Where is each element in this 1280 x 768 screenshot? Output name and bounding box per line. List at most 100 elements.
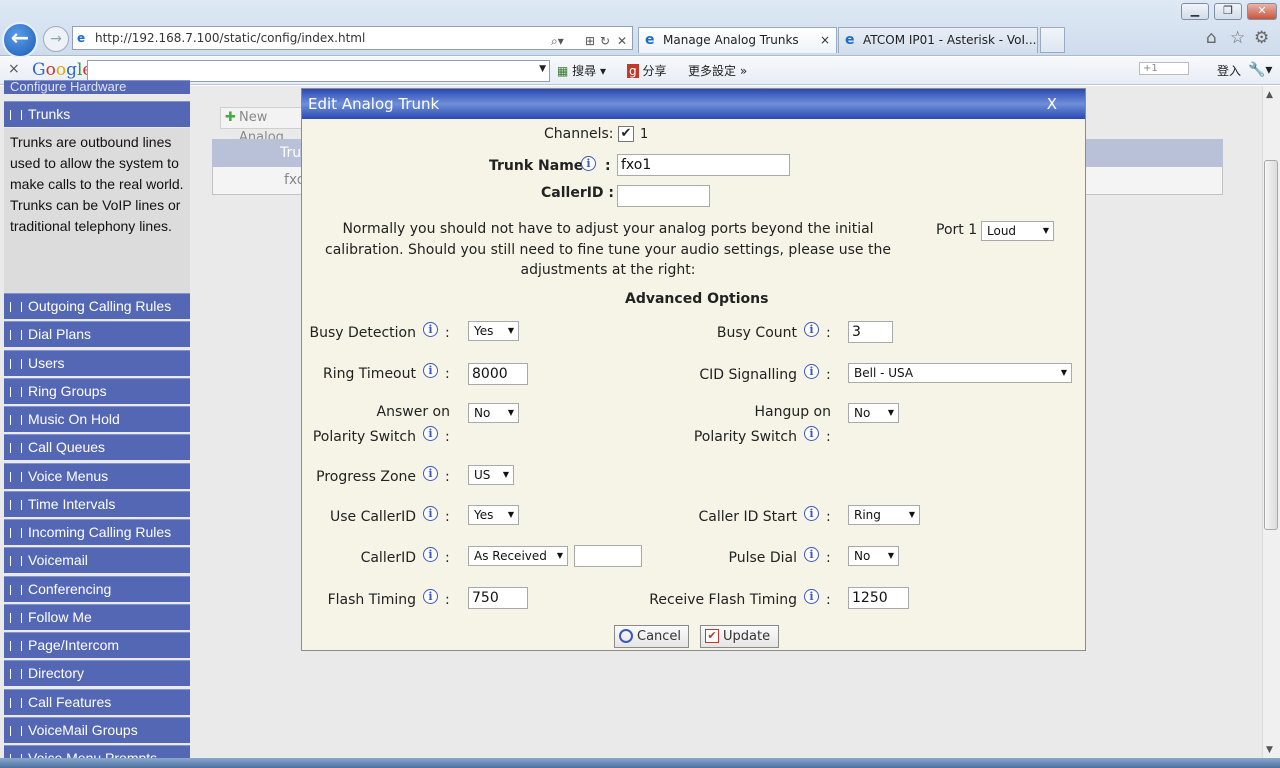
stop-icon[interactable]: ✕ (617, 30, 627, 52)
sidebar-item-incoming-calling-rules[interactable]: Incoming Calling Rules (4, 519, 190, 545)
new-analog-trunk-button[interactable]: ✚New Analog Trunk (220, 107, 310, 165)
select-value: Yes (474, 324, 494, 338)
home-icon[interactable]: ⌂ (1206, 28, 1217, 48)
bracket-icon (10, 110, 22, 121)
google-search-input[interactable]: ▼ (87, 60, 550, 82)
port-1-select[interactable]: Loud ▼ (981, 221, 1054, 241)
info-icon[interactable]: i (423, 426, 438, 441)
bracket-icon (10, 528, 22, 539)
back-arrow-icon: ← (10, 26, 30, 51)
sidebar-item-label: VoiceMail Groups (28, 722, 138, 738)
trunk-name-input[interactable]: fxo1 (617, 154, 790, 176)
sidebar-item-page-intercom[interactable]: Page/Intercom (4, 632, 190, 658)
sidebar-item-configure-hardware[interactable]: Configure Hardware (4, 80, 190, 94)
scroll-up-icon[interactable]: ▲ (1266, 90, 1273, 100)
info-icon[interactable]: i (804, 364, 819, 379)
scrollbar-thumb[interactable] (1264, 160, 1278, 530)
sidebar-item-dial-plans[interactable]: Dial Plans (4, 321, 190, 347)
callerid-mode-select[interactable]: As Received ▼ (468, 546, 568, 566)
google-search-icon: ▦ (557, 64, 569, 78)
info-icon[interactable]: i (804, 322, 819, 337)
dialog-close-button[interactable]: X (1047, 89, 1057, 119)
info-icon[interactable]: i (423, 506, 438, 521)
refresh-icon[interactable]: ↻ (600, 30, 610, 52)
sidebar-item-ring-groups[interactable]: Ring Groups (4, 378, 190, 404)
colon: : (445, 429, 450, 445)
sidebar-item-label: Voice Menu Prompts (28, 750, 158, 758)
forward-button[interactable]: → (43, 26, 69, 52)
callerid-input[interactable] (617, 185, 710, 207)
google-search-button[interactable]: ▦ 搜尋 ▾ (557, 62, 606, 79)
compat-view-icon[interactable]: ⊞ (585, 30, 595, 52)
sidebar-item-trunks[interactable]: Trunks (4, 101, 190, 127)
favorites-star-icon[interactable]: ☆ (1230, 28, 1245, 48)
info-icon[interactable]: i (423, 589, 438, 604)
more-settings-button[interactable]: 更多設定 » (688, 62, 747, 79)
restore-button[interactable]: ❐ (1214, 3, 1242, 20)
info-icon[interactable]: i (423, 322, 438, 337)
tab-atcom[interactable]: e ATCOM IP01 - Asterisk - VoI... (838, 27, 1038, 53)
info-icon[interactable]: i (423, 466, 438, 481)
info-icon[interactable]: i (581, 156, 596, 171)
ring-timeout-input[interactable]: 8000 (468, 363, 528, 385)
progress-zone-select[interactable]: US ▼ (468, 465, 514, 485)
busy-detection-label: Busy Detection (309, 325, 416, 341)
info-icon[interactable]: i (804, 547, 819, 562)
channel-1-checkbox[interactable]: ✔ (618, 126, 634, 142)
info-icon[interactable]: i (804, 426, 819, 441)
busy-count-input[interactable]: 3 (848, 321, 893, 343)
busy-detection-select[interactable]: Yes ▼ (468, 321, 519, 341)
flash-timing-input[interactable]: 750 (468, 587, 528, 609)
window-close-button[interactable]: ✕ (1247, 3, 1277, 20)
receive-flash-timing-input[interactable]: 1250 (848, 587, 909, 609)
new-tab-button[interactable] (1040, 27, 1065, 53)
chevron-down-icon: ▼ (556, 551, 563, 560)
sidebar-item-voice-menu-prompts[interactable]: Voice Menu Prompts (4, 745, 190, 758)
sidebar-item-conferencing[interactable]: Conferencing (4, 576, 190, 602)
sidebar-item-follow-me[interactable]: Follow Me (4, 604, 190, 630)
info-icon[interactable]: i (804, 506, 819, 521)
info-icon[interactable]: i (804, 589, 819, 604)
login-link[interactable]: 登入 (1217, 62, 1241, 79)
minimize-button[interactable]: ▁ (1181, 3, 1209, 20)
colon: : (826, 550, 831, 566)
tab-close-icon[interactable]: × (820, 28, 830, 52)
cid-signalling-select[interactable]: Bell - USA ▼ (848, 363, 1072, 383)
sidebar-item-directory[interactable]: Directory (4, 660, 190, 686)
plus-one-button[interactable]: +1 (1139, 62, 1189, 75)
search-icon[interactable]: ⌕▾ (551, 30, 564, 52)
flash-timing-label: Flash Timing (327, 592, 416, 608)
sidebar-item-outgoing-calling-rules[interactable]: Outgoing Calling Rules (4, 293, 190, 319)
sidebar-item-voicemail-groups[interactable]: VoiceMail Groups (4, 717, 190, 743)
sidebar-item-voice-menus[interactable]: Voice Menus (4, 463, 190, 489)
share-button[interactable]: g 分享 (627, 62, 666, 79)
sidebar-item-time-intervals[interactable]: Time Intervals (4, 491, 190, 517)
scroll-down-icon[interactable]: ▼ (1266, 745, 1273, 755)
cancel-button[interactable]: Cancel (614, 625, 689, 648)
info-icon[interactable]: i (423, 547, 438, 562)
callerid-custom-input[interactable] (574, 545, 642, 567)
settings-gear-icon[interactable]: ⚙ (1254, 28, 1269, 48)
sidebar-item-music-on-hold[interactable]: Music On Hold (4, 406, 190, 432)
chevron-down-icon[interactable]: ▼ (539, 64, 546, 74)
use-callerid-select[interactable]: Yes ▼ (468, 505, 519, 525)
update-button[interactable]: ✔ Update (700, 625, 779, 648)
sidebar-item-call-queues[interactable]: Call Queues (4, 434, 190, 460)
back-button[interactable]: ← (2, 22, 38, 58)
wrench-icon[interactable]: 🔧▾ (1248, 62, 1272, 78)
sidebar-item-voicemail[interactable]: Voicemail (4, 547, 190, 573)
sidebar-item-call-features[interactable]: Call Features (4, 689, 190, 715)
address-bar[interactable]: e http://192.168.7.100/static/config/ind… (72, 26, 633, 50)
colon: : (445, 592, 450, 608)
pulse-dial-select[interactable]: No ▼ (848, 546, 899, 566)
sidebar-item-label: Voicemail (28, 552, 88, 568)
callerid-start-select[interactable]: Ring ▼ (848, 505, 920, 525)
tab-manage-analog-trunks[interactable]: e Manage Analog Trunks × (638, 27, 837, 53)
colon: : (445, 509, 450, 525)
toolbar-close-icon[interactable]: × (8, 61, 20, 77)
info-icon[interactable]: i (423, 363, 438, 378)
answer-polarity-select[interactable]: No ▼ (468, 403, 519, 423)
hangup-on-label: Hangup on (754, 404, 831, 420)
sidebar-item-users[interactable]: Users (4, 350, 190, 376)
hangup-polarity-select[interactable]: No ▼ (848, 403, 899, 423)
